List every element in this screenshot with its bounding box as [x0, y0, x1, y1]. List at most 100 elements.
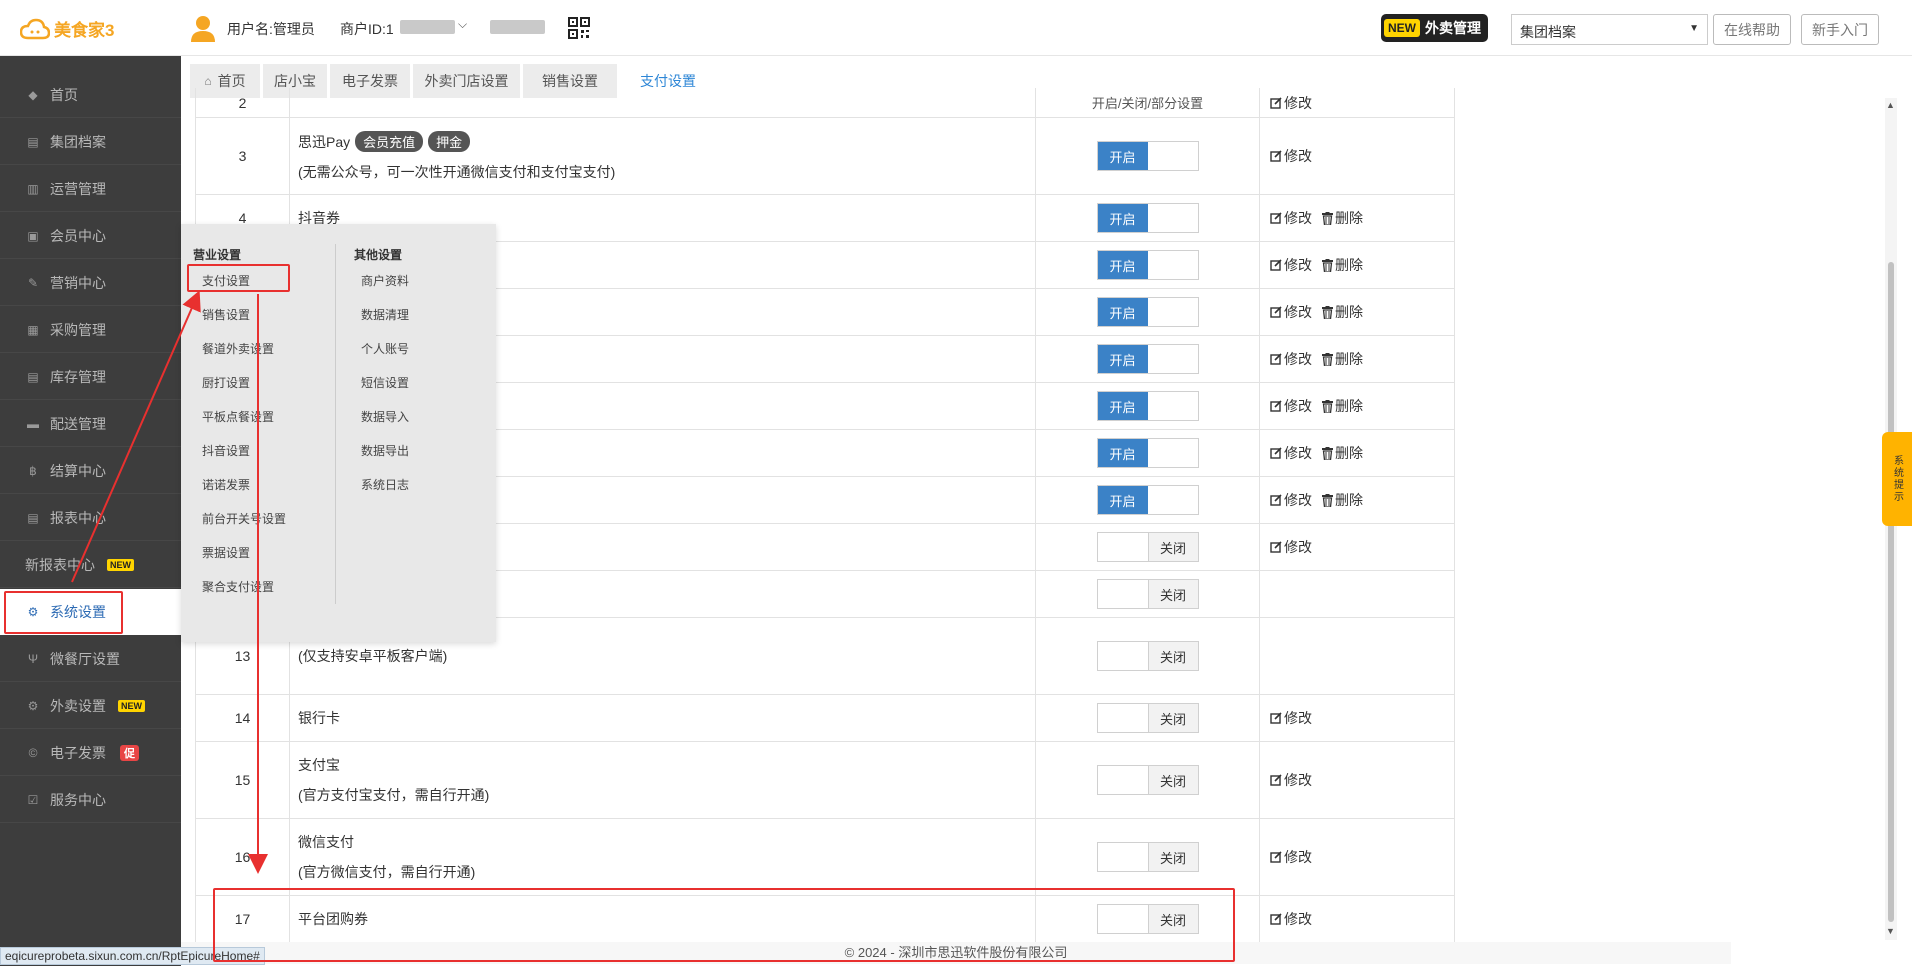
edit-link[interactable]: 修改	[1270, 208, 1312, 228]
home-icon: ⌂	[204, 74, 212, 88]
file-icon: ▤	[27, 134, 39, 149]
popup-item-other-6[interactable]: 系统日志	[361, 476, 409, 493]
toggle-switch-off[interactable]: 关闭	[1096, 703, 1199, 733]
sidebar-item-5[interactable]: ▦ 采购管理	[0, 307, 181, 353]
edit-icon: ✎	[27, 275, 39, 290]
popup-item-business-1[interactable]: 销售设置	[202, 306, 250, 323]
sidebar-item-8[interactable]: ฿ 结算中心	[0, 448, 181, 494]
popup-item-business-4[interactable]: 平板点餐设置	[202, 408, 274, 425]
toggle-switch-off[interactable]: 关闭	[1096, 579, 1199, 609]
delete-link[interactable]: 删除	[1322, 208, 1363, 228]
toggle-switch-off[interactable]: 关闭	[1096, 641, 1199, 671]
toggle-switch-on[interactable]: 开启	[1096, 344, 1199, 374]
edit-link[interactable]: 修改	[1270, 708, 1312, 728]
table-row: 15 支付宝 (官方支付宝支付，需自行开通) 关闭 修改	[195, 742, 1455, 819]
toggle-switch-on[interactable]: 开启	[1096, 250, 1199, 280]
edit-link[interactable]: 修改	[1270, 349, 1312, 369]
popup-item-business-2[interactable]: 餐道外卖设置	[202, 340, 274, 357]
edit-icon	[1270, 353, 1282, 365]
toggle-switch-on[interactable]: 开启	[1096, 203, 1199, 233]
row-actions-cell: 修改	[1260, 819, 1455, 895]
payment-method-name: 银行卡	[298, 710, 340, 726]
payment-method-desc: (官方支付宝支付，需自行开通)	[298, 787, 490, 803]
qr-code-icon[interactable]	[568, 17, 590, 39]
edit-link[interactable]: 修改	[1270, 93, 1312, 113]
toggle-switch-on[interactable]: 开启	[1096, 141, 1199, 171]
chevron-down-icon[interactable]: ⌵	[458, 17, 467, 32]
logo[interactable]: 美食家3	[20, 16, 114, 41]
edit-link[interactable]: 修改	[1270, 847, 1312, 867]
copyright-icon: ©	[28, 745, 38, 760]
dashboard-icon: ◆	[28, 87, 38, 102]
delete-link[interactable]: 删除	[1322, 396, 1363, 416]
edit-link[interactable]: 修改	[1270, 537, 1312, 557]
delete-link[interactable]: 删除	[1322, 302, 1363, 322]
toggle-switch-on[interactable]: 开启	[1096, 391, 1199, 421]
popup-item-other-4[interactable]: 数据导入	[361, 408, 409, 425]
edit-link[interactable]: 修改	[1270, 490, 1312, 510]
toggle-switch-off[interactable]: 关闭	[1096, 842, 1199, 872]
edit-link[interactable]: 修改	[1270, 443, 1312, 463]
trash-icon	[1322, 446, 1333, 460]
online-help-button[interactable]: 在线帮助	[1713, 14, 1791, 45]
toggle-switch-off[interactable]: 关闭	[1096, 765, 1199, 795]
delete-link[interactable]: 删除	[1322, 490, 1363, 510]
popup-item-business-5[interactable]: 抖音设置	[202, 442, 250, 459]
row-switch-cell: 开启	[1036, 477, 1260, 523]
popup-item-business-3[interactable]: 厨打设置	[202, 374, 250, 391]
row-actions-cell: 修改 删除	[1260, 289, 1455, 335]
toggle-switch-on[interactable]: 开启	[1096, 438, 1199, 468]
scroll-down-icon[interactable]: ▼	[1886, 926, 1895, 936]
toggle-switch-on[interactable]: 开启	[1096, 297, 1199, 327]
delete-link[interactable]: 删除	[1322, 443, 1363, 463]
popup-item-business-6[interactable]: 诺诺发票	[202, 476, 250, 493]
delete-link[interactable]: 删除	[1322, 255, 1363, 275]
popup-item-other-5[interactable]: 数据导出	[361, 442, 409, 459]
row-switch-cell: 关闭	[1036, 819, 1260, 895]
delete-link[interactable]: 删除	[1322, 349, 1363, 369]
sidebar-item-0[interactable]: ◆ 首页	[0, 72, 181, 118]
row-actions-cell: 修改 删除	[1260, 336, 1455, 382]
edit-link[interactable]: 修改	[1270, 146, 1312, 166]
popup-item-business-7[interactable]: 前台开关号设置	[202, 510, 286, 527]
user-avatar-icon	[191, 16, 215, 42]
popup-item-business-9[interactable]: 聚合支付设置	[202, 578, 274, 595]
popup-item-other-1[interactable]: 数据清理	[361, 306, 409, 323]
takeout-management-badge[interactable]: NEW 外卖管理	[1381, 14, 1488, 42]
row-switch-cell: 开启	[1036, 383, 1260, 429]
edit-link[interactable]: 修改	[1270, 302, 1312, 322]
sidebar-item-15[interactable]: ☑ 服务中心	[0, 777, 181, 823]
sidebar-item-3[interactable]: ▣ 会员中心	[0, 213, 181, 259]
toggle-switch-off[interactable]: 关闭	[1096, 532, 1199, 562]
edit-link[interactable]: 修改	[1270, 255, 1312, 275]
row-switch-cell: 关闭	[1036, 524, 1260, 570]
sidebar-item-label: 首页	[50, 86, 78, 103]
popup-item-other-0[interactable]: 商户资料	[361, 272, 409, 289]
popup-item-other-3[interactable]: 短信设置	[361, 374, 409, 391]
sidebar-item-13[interactable]: ⚙ 外卖设置 NEW	[0, 683, 181, 729]
sidebar-item-12[interactable]: Ψ 微餐厅设置	[0, 636, 181, 682]
sidebar-item-4[interactable]: ✎ 营销中心	[0, 260, 181, 306]
payment-method-name: 思迅Pay 会员充值 押金	[298, 130, 1035, 152]
edit-link[interactable]: 修改	[1270, 909, 1312, 929]
scrollbar-thumb[interactable]	[1888, 262, 1894, 922]
toggle-switch-on[interactable]: 开启	[1096, 485, 1199, 515]
sidebar-item-6[interactable]: ▤ 库存管理	[0, 354, 181, 400]
row-actions-cell	[1260, 571, 1455, 617]
archive-select[interactable]: 集团档案 ▼	[1511, 14, 1708, 45]
scroll-up-icon[interactable]: ▲	[1886, 100, 1895, 110]
system-tip-tab[interactable]: 系统提示	[1882, 432, 1912, 526]
sidebar-item-10[interactable]: 新报表中心 NEW	[0, 542, 181, 588]
beginner-guide-button[interactable]: 新手入门	[1801, 14, 1879, 45]
sidebar-item-2[interactable]: ▥ 运营管理	[0, 166, 181, 212]
popup-item-other-2[interactable]: 个人账号	[361, 340, 409, 357]
sidebar-item-9[interactable]: ▤ 报表中心	[0, 495, 181, 541]
edit-link[interactable]: 修改	[1270, 770, 1312, 790]
popup-item-business-8[interactable]: 票据设置	[202, 544, 250, 561]
sidebar-item-label: 营销中心	[50, 274, 106, 291]
sidebar-item-14[interactable]: © 电子发票促	[0, 730, 181, 776]
sidebar-item-1[interactable]: ▤ 集团档案	[0, 119, 181, 165]
sidebar-item-7[interactable]: ▬ 配送管理	[0, 401, 181, 447]
edit-link[interactable]: 修改	[1270, 396, 1312, 416]
file-text-icon: ▤	[27, 369, 39, 384]
